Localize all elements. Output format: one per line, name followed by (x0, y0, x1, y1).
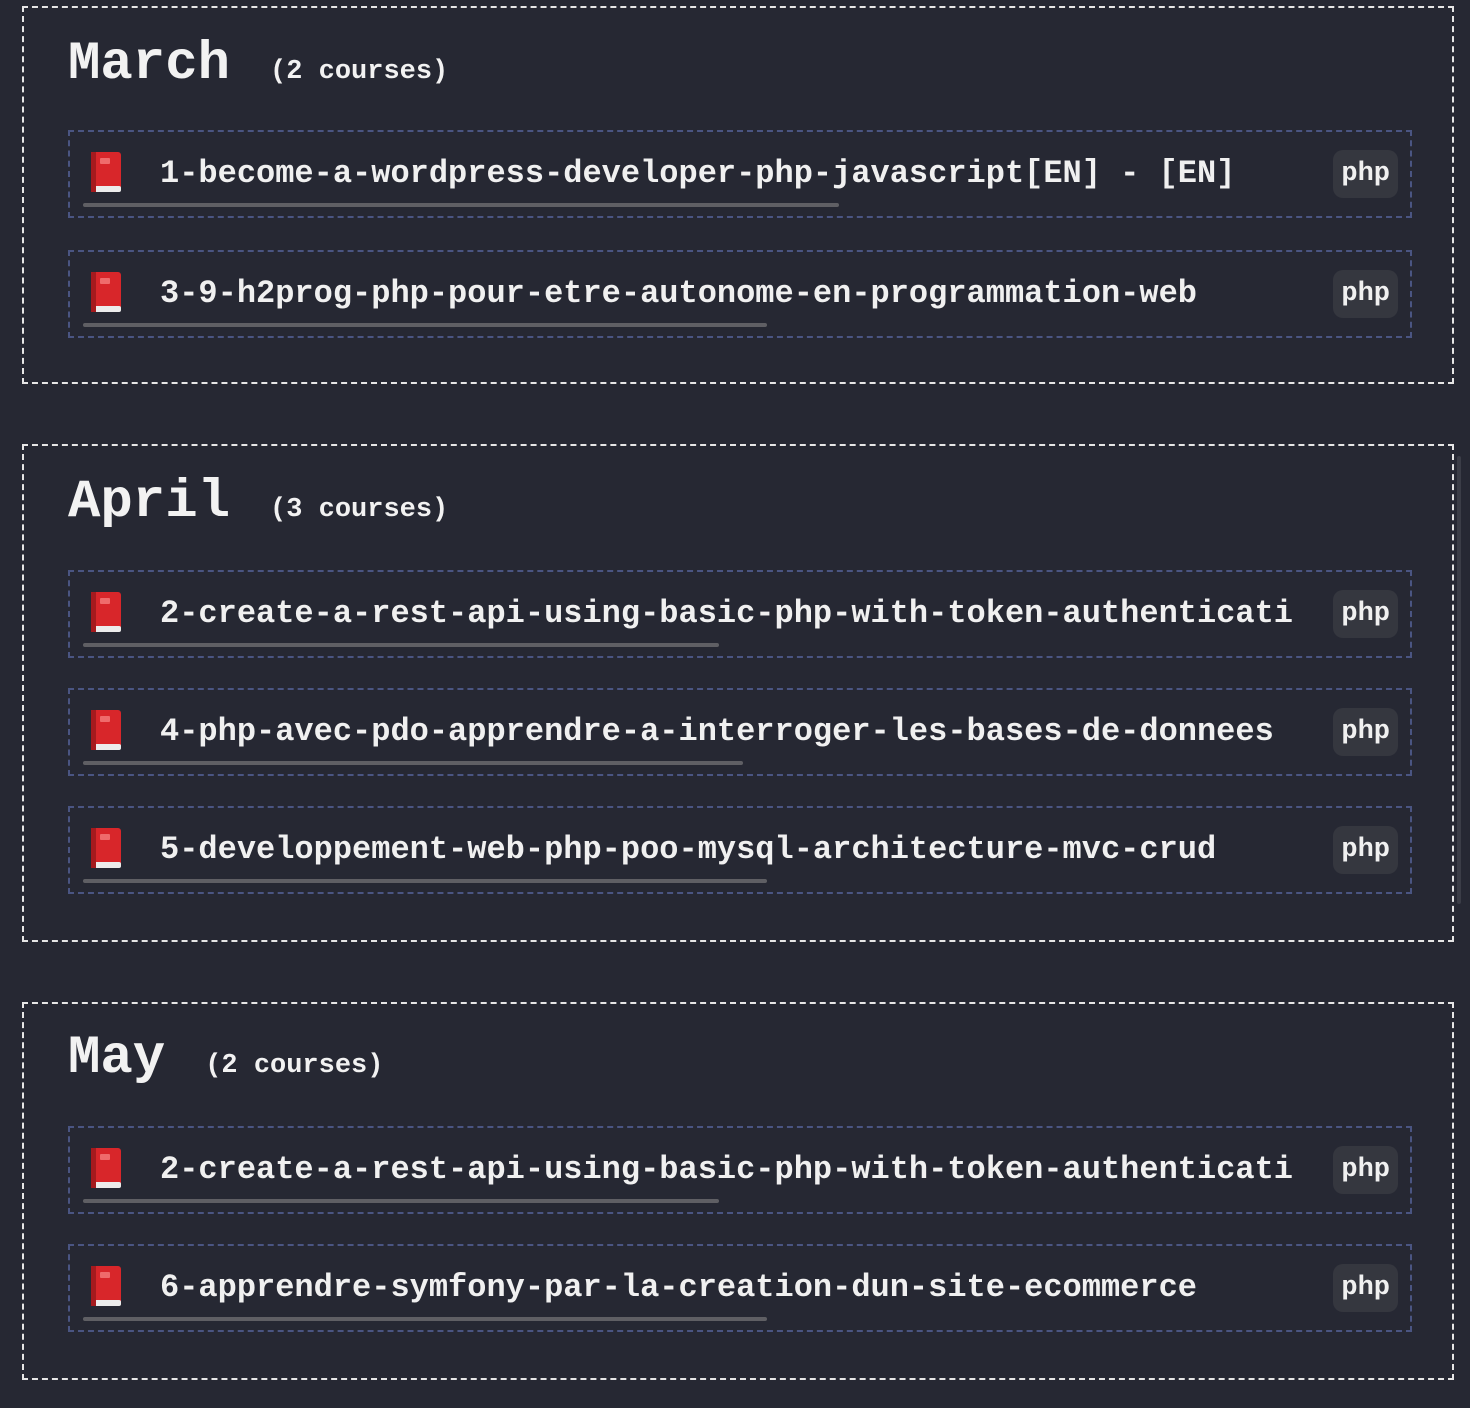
progress-bar (83, 643, 1283, 647)
red-book-icon (91, 1266, 121, 1306)
progress-fill (83, 643, 719, 647)
progress-fill (83, 203, 839, 207)
progress-bar (83, 1317, 1283, 1321)
course-tag[interactable]: php (1333, 1146, 1398, 1194)
course-title: 1-become-a-wordpress-developer-php-javas… (160, 155, 1236, 192)
progress-fill (83, 761, 743, 765)
month-header: April (3 courses) (68, 472, 448, 533)
course-title: 2-create-a-rest-api-using-basic-php-with… (160, 595, 1292, 632)
course-tag[interactable]: php (1333, 270, 1398, 318)
month-title: April (68, 472, 231, 533)
course-title: 2-create-a-rest-api-using-basic-php-with… (160, 1151, 1292, 1188)
course-item[interactable]: 1-become-a-wordpress-developer-php-javas… (68, 130, 1412, 218)
month-section-march: March (2 courses) 1-become-a-wordpress-d… (22, 6, 1454, 384)
course-title: 5-developpement-web-php-poo-mysql-archit… (160, 831, 1217, 868)
course-item[interactable]: 5-developpement-web-php-poo-mysql-archit… (68, 806, 1412, 894)
progress-bar (83, 203, 1283, 207)
red-book-icon (91, 710, 121, 750)
month-title: May (68, 1028, 166, 1089)
course-item[interactable]: 2-create-a-rest-api-using-basic-php-with… (68, 1126, 1412, 1214)
course-item[interactable]: 3-9-h2prog-php-pour-etre-autonome-en-pro… (68, 250, 1412, 338)
red-book-icon (91, 272, 121, 312)
course-item[interactable]: 4-php-avec-pdo-apprendre-a-interroger-le… (68, 688, 1412, 776)
progress-bar (83, 1199, 1283, 1203)
red-book-icon (91, 1148, 121, 1188)
course-title: 3-9-h2prog-php-pour-etre-autonome-en-pro… (160, 275, 1197, 312)
course-count: (2 courses) (270, 57, 449, 87)
progress-bar (83, 761, 1283, 765)
red-book-icon (91, 828, 121, 868)
month-section-april: April (3 courses) 2-create-a-rest-api-us… (22, 444, 1454, 942)
month-header: March (2 courses) (68, 34, 448, 95)
course-tag[interactable]: php (1333, 708, 1398, 756)
course-count: (2 courses) (205, 1051, 384, 1081)
course-item[interactable]: 2-create-a-rest-api-using-basic-php-with… (68, 570, 1412, 658)
progress-fill (83, 1317, 767, 1321)
progress-fill (83, 879, 767, 883)
red-book-icon (91, 152, 121, 192)
progress-bar (83, 323, 1283, 327)
progress-fill (83, 323, 767, 327)
progress-bar (83, 879, 1283, 883)
course-tag[interactable]: php (1333, 1264, 1398, 1312)
progress-fill (83, 1199, 719, 1203)
course-tag[interactable]: php (1333, 150, 1398, 198)
course-count: (3 courses) (270, 495, 449, 525)
month-header: May (2 courses) (68, 1028, 383, 1089)
month-title: March (68, 34, 231, 95)
red-book-icon (91, 592, 121, 632)
month-section-may: May (2 courses) 2-create-a-rest-api-usin… (22, 1002, 1454, 1380)
course-title: 6-apprendre-symfony-par-la-creation-dun-… (160, 1269, 1197, 1306)
course-item[interactable]: 6-apprendre-symfony-par-la-creation-dun-… (68, 1244, 1412, 1332)
course-tag[interactable]: php (1333, 826, 1398, 874)
scrollbar[interactable] (1457, 456, 1461, 904)
course-tag[interactable]: php (1333, 590, 1398, 638)
course-title: 4-php-avec-pdo-apprendre-a-interroger-le… (160, 713, 1274, 750)
